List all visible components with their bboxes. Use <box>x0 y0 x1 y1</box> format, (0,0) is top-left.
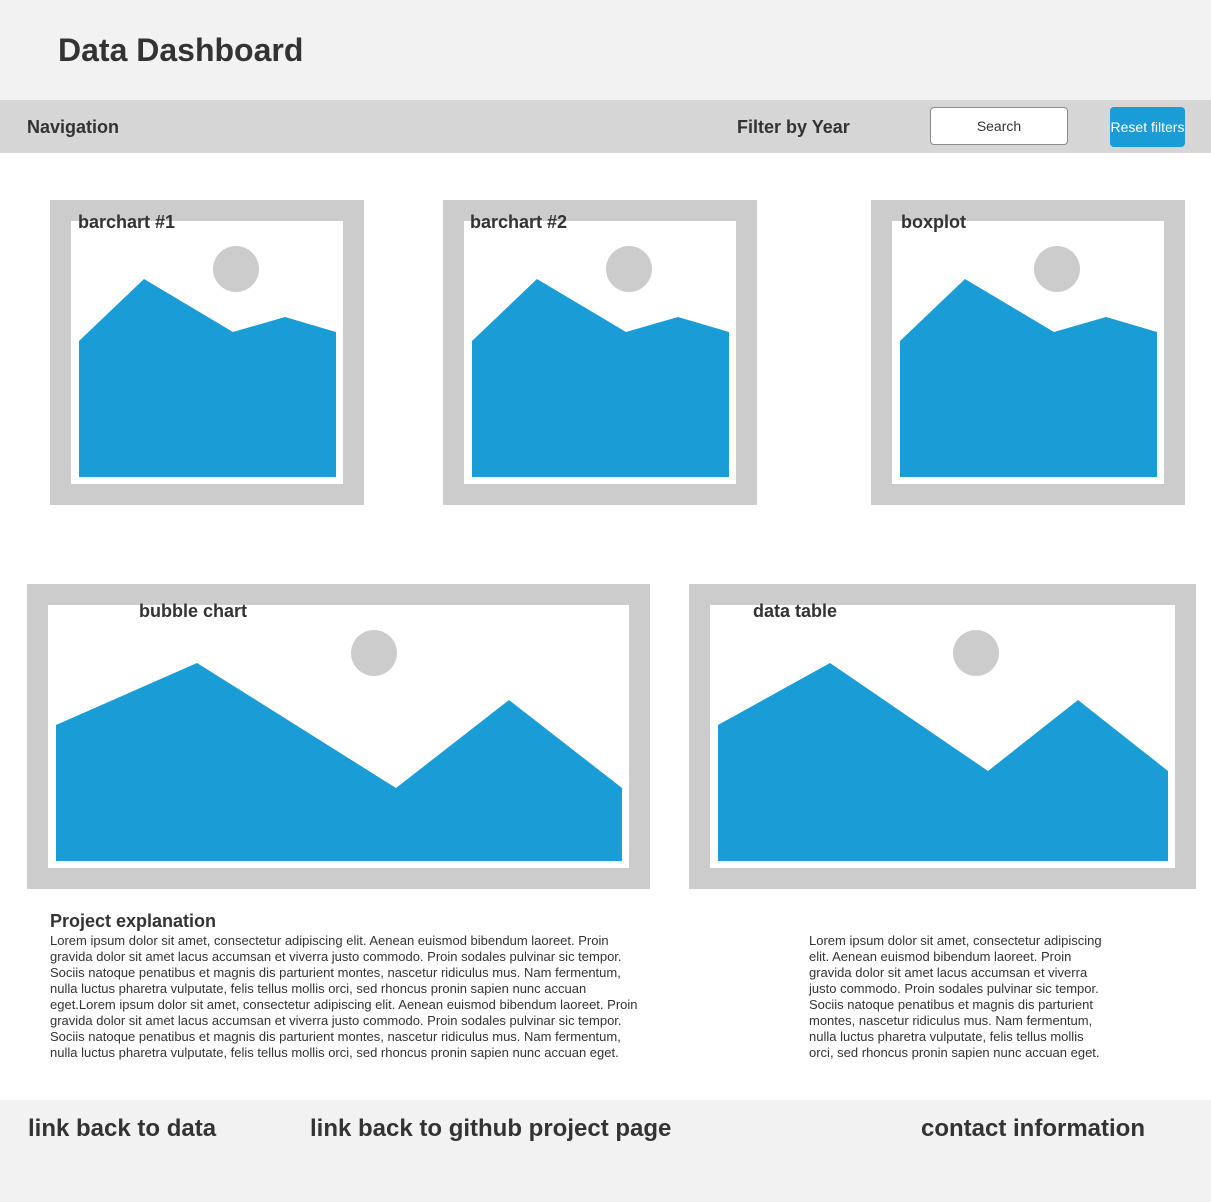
paragraph-line: montes, nascetur ridiculus mus. Nam ferm… <box>809 1013 1093 1028</box>
paragraph-line: justo commodo. Proin sodales pulvinar si… <box>809 981 1099 996</box>
bubble-chart-content <box>48 605 629 868</box>
card-title: bubble chart <box>139 601 248 621</box>
paragraph-line: nulla luctus pharetra vulputate, felis t… <box>50 981 587 996</box>
project-explanation-heading: Project explanation <box>50 911 217 931</box>
paragraph-line: elit. Aenean euismod bibendum laoreet. P… <box>809 949 1072 964</box>
data-table-content <box>710 605 1175 868</box>
github-link[interactable]: link back to github project page <box>310 1115 671 1143</box>
boxplot-content <box>892 221 1164 484</box>
data-link[interactable]: link back to data <box>28 1115 216 1143</box>
paragraph-line: orci, sed rhoncus pronin sapien nunc acc… <box>809 1045 1100 1060</box>
image-placeholder-icon <box>472 246 729 477</box>
paragraph-line: Sociis natoque penatibus et magnis dis p… <box>50 1029 621 1044</box>
navigation-label[interactable]: Navigation <box>27 117 119 138</box>
barchart-2-card: barchart #2 <box>443 200 757 505</box>
barchart-1-content <box>71 221 343 484</box>
paragraph-line: gravida dolor sit amet lacus accumsan et… <box>50 949 622 964</box>
paragraph-line: Lorem ipsum dolor sit amet, consectetur … <box>50 933 609 948</box>
boxplot-card: boxplot <box>871 200 1185 505</box>
card-title: data table <box>753 601 838 621</box>
contact-information-link[interactable]: contact information <box>921 1115 1145 1143</box>
data-table-card: data table <box>689 584 1196 889</box>
image-placeholder-icon <box>56 630 622 861</box>
reset-filters-button[interactable]: Reset filters <box>1110 107 1185 147</box>
card-title: barchart #1 <box>78 212 176 232</box>
image-placeholder-icon <box>900 246 1157 477</box>
paragraph-line: eget.Lorem ipsum dolor sit amet, consect… <box>50 997 638 1012</box>
image-placeholder-icon <box>79 246 336 477</box>
paragraph-line: gravida dolor sit amet lacus accumsan et… <box>50 1013 622 1028</box>
bubble-chart-card: bubble chart <box>27 584 650 889</box>
filter-by-year-label: Filter by Year <box>737 117 850 137</box>
barchart-2-content <box>464 221 736 484</box>
paragraph-line: Lorem ipsum dolor sit amet, consectetur … <box>809 933 1102 948</box>
paragraph-line: nulla luctus pharetra vulputate, felis t… <box>50 1045 619 1060</box>
image-placeholder-icon <box>718 630 1168 861</box>
paragraph-line: Sociis natoque penatibus et magnis dis p… <box>50 965 621 980</box>
side-explanation-text: Lorem ipsum dolor sit amet, consectetur … <box>809 933 1199 1061</box>
search-input[interactable]: Search <box>930 107 1068 145</box>
paragraph-line: Sociis natoque penatibus et magnis dis p… <box>809 997 1094 1012</box>
paragraph-line: gravida dolor sit amet lacus accumsan et… <box>809 965 1088 980</box>
barchart-1-card: barchart #1 <box>50 200 364 505</box>
card-title: boxplot <box>901 212 966 232</box>
page-title: Data Dashboard <box>58 32 304 68</box>
project-explanation-text: Lorem ipsum dolor sit amet, consectetur … <box>50 933 670 1061</box>
card-title: barchart #2 <box>470 212 568 232</box>
paragraph-line: nulla luctus pharetra vulputate, felis t… <box>809 1029 1084 1044</box>
